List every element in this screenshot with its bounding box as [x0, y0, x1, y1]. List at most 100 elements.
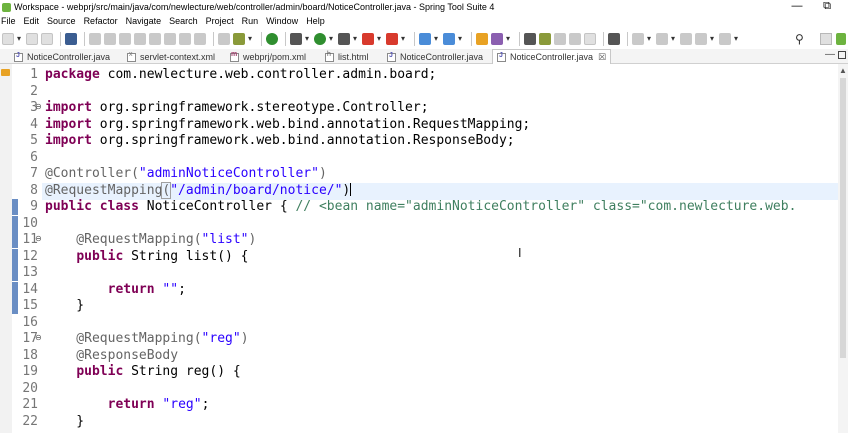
minimize-button[interactable]: —: [782, 0, 812, 13]
line-number-ruler[interactable]: 12345678910111213141516171819202122: [12, 64, 42, 433]
code-line[interactable]: @RequestMapping("reg"): [45, 331, 248, 347]
code-line[interactable]: @RequestMapping("/admin/board/notice/"): [45, 181, 352, 199]
save-icon[interactable]: [26, 32, 38, 45]
scrollbar-thumb[interactable]: [840, 78, 846, 358]
restore-button[interactable]: ⧉: [812, 0, 842, 13]
code-line[interactable]: public class NoticeController { // <bean…: [45, 199, 796, 215]
stop-dropdown-icon[interactable]: [377, 33, 383, 45]
relaunch-icon[interactable]: [386, 32, 398, 45]
code-token: ;: [201, 397, 210, 412]
menu-refactor[interactable]: Refactor: [84, 16, 118, 26]
new-java-class-icon[interactable]: [419, 32, 431, 45]
debug-dropdown-icon[interactable]: [305, 33, 311, 45]
forward-icon[interactable]: [719, 32, 731, 45]
toggle-breadcrumb-icon[interactable]: [554, 32, 566, 45]
tab-notice-controller-active[interactable]: NoticeController.java ☒: [492, 49, 612, 64]
toggle-highlight-icon[interactable]: [539, 32, 551, 45]
code-line[interactable]: @RequestMapping("list"): [45, 232, 256, 248]
menu-navigate[interactable]: Navigate: [126, 16, 162, 26]
open-type-icon[interactable]: [476, 32, 488, 45]
back-icon[interactable]: [695, 32, 707, 45]
code-line[interactable]: public String reg() {: [45, 364, 240, 380]
new-package-dropdown-icon[interactable]: [458, 33, 464, 45]
code-line[interactable]: @ResponseBody: [45, 348, 178, 364]
spring-boot-dashboard-icon[interactable]: [266, 32, 278, 45]
suspend-icon[interactable]: [119, 32, 131, 45]
code-line[interactable]: return "reg";: [45, 397, 210, 413]
tab-list-html[interactable]: list.html: [325, 50, 369, 64]
terminate-icon[interactable]: [134, 32, 146, 45]
tab-pom[interactable]: webprj/pom.xml: [230, 50, 306, 64]
code-token: package: [45, 67, 100, 82]
tab-servlet-context[interactable]: servlet-context.xml: [127, 50, 215, 64]
block-selection-icon[interactable]: [569, 32, 581, 45]
skip-breakpoints-icon[interactable]: [89, 32, 101, 45]
new-dropdown-icon[interactable]: [17, 33, 23, 45]
step-over-icon[interactable]: [179, 32, 191, 45]
toolbar-separator: [285, 31, 286, 46]
run-icon[interactable]: [314, 32, 326, 45]
new-icon[interactable]: [2, 32, 14, 45]
menu-source[interactable]: Source: [47, 16, 76, 26]
new-java-dropdown-icon[interactable]: [434, 33, 440, 45]
tab-notice-controller-2[interactable]: NoticeController.java: [387, 50, 483, 64]
stop-icon[interactable]: [362, 32, 374, 45]
step-into-icon[interactable]: [164, 32, 176, 45]
relaunch-dropdown-icon[interactable]: [401, 33, 407, 45]
spring-perspective-icon[interactable]: [836, 33, 846, 45]
code-line[interactable]: import org.springframework.web.bind.anno…: [45, 117, 530, 133]
spring-icon[interactable]: [608, 32, 620, 45]
minimize-editor-icon[interactable]: —: [825, 49, 835, 60]
toggle-mark-occurrences-icon[interactable]: [524, 32, 536, 45]
open-perspective-icon[interactable]: [820, 33, 832, 45]
new-package-icon[interactable]: [443, 32, 455, 45]
previous-annotation-dropdown-icon[interactable]: [671, 33, 677, 45]
next-annotation-dropdown-icon[interactable]: [647, 33, 653, 45]
back-dropdown-icon[interactable]: [710, 33, 716, 45]
scroll-up-icon[interactable]: ▲: [839, 66, 847, 75]
previous-annotation-icon[interactable]: [656, 32, 668, 45]
code-token: org.springframework.web.bind.annotation.…: [91, 133, 515, 148]
step-return-icon[interactable]: [194, 32, 206, 45]
code-line[interactable]: package com.newlecture.web.controller.ad…: [45, 67, 436, 83]
menu-project[interactable]: Project: [206, 16, 234, 26]
editor-vertical-scrollbar[interactable]: ▲: [838, 64, 848, 433]
search-dropdown-icon[interactable]: [506, 33, 512, 45]
menu-edit[interactable]: Edit: [24, 16, 40, 26]
package-explorer-icon[interactable]: [1, 69, 10, 76]
code-editor[interactable]: I package com.newlecture.web.controller.…: [42, 64, 838, 433]
code-line[interactable]: }: [45, 298, 84, 314]
code-line[interactable]: @Controller("adminNoticeController"): [45, 166, 327, 182]
menu-help[interactable]: Help: [306, 16, 325, 26]
save-all-icon[interactable]: [41, 32, 53, 45]
drop-to-frame-icon[interactable]: [218, 32, 230, 45]
coverage-icon[interactable]: [338, 32, 350, 45]
search-icon[interactable]: ⚲: [795, 32, 804, 46]
forward-dropdown-icon[interactable]: [734, 33, 740, 45]
debug-icon[interactable]: [290, 32, 302, 45]
last-edit-location-icon[interactable]: [680, 32, 692, 45]
show-whitespace-icon[interactable]: [584, 32, 596, 45]
maximize-editor-icon[interactable]: [838, 51, 846, 59]
disconnect-icon[interactable]: [149, 32, 161, 45]
code-line[interactable]: public String list() {: [45, 249, 248, 265]
next-annotation-icon[interactable]: [632, 32, 644, 45]
code-line[interactable]: }: [45, 414, 84, 430]
search-tool-icon[interactable]: [491, 32, 503, 45]
line-number: 18: [22, 347, 38, 363]
menu-run[interactable]: Run: [242, 16, 259, 26]
tab-notice-controller-1[interactable]: NoticeController.java: [14, 50, 110, 64]
close-tab-icon[interactable]: ☒: [598, 52, 606, 63]
run-dropdown-icon[interactable]: [329, 33, 335, 45]
code-line[interactable]: import org.springframework.stereotype.Co…: [45, 100, 429, 116]
code-line[interactable]: import org.springframework.web.bind.anno…: [45, 133, 515, 149]
code-line[interactable]: return "";: [45, 282, 186, 298]
menu-file[interactable]: File: [1, 16, 16, 26]
terminal-icon[interactable]: [65, 32, 77, 45]
resume-icon[interactable]: [104, 32, 116, 45]
menu-window[interactable]: Window: [266, 16, 298, 26]
coverage-dropdown-icon[interactable]: [353, 33, 359, 45]
use-step-filters-icon[interactable]: [233, 32, 245, 45]
filters-dropdown-icon[interactable]: [248, 33, 254, 45]
menu-search[interactable]: Search: [169, 16, 198, 26]
